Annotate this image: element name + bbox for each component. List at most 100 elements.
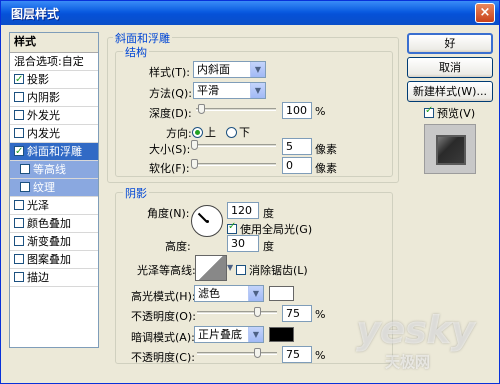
gloss-contour-label: 光泽等高线: bbox=[137, 264, 196, 277]
radio-on-icon bbox=[192, 127, 203, 138]
checkbox-unchecked-icon[interactable] bbox=[14, 128, 24, 138]
checkbox-unchecked-icon[interactable] bbox=[14, 236, 24, 246]
shadow-opacity-unit: % bbox=[315, 349, 326, 362]
highlight-mode-select[interactable]: 滤色 ▼ bbox=[194, 285, 264, 302]
checkbox-checked-icon bbox=[227, 221, 237, 234]
altitude-input[interactable]: 30 bbox=[227, 235, 259, 252]
shadow-mode-select[interactable]: 正片叠底 ▼ bbox=[194, 326, 264, 343]
checkbox-unchecked-icon[interactable] bbox=[14, 200, 24, 210]
preview-checkbox[interactable]: 预览(V) bbox=[424, 105, 475, 121]
style-item-label: 等高线 bbox=[33, 163, 66, 176]
highlight-opacity-input[interactable]: 75 bbox=[282, 305, 312, 322]
altitude-label: 高度: bbox=[165, 240, 191, 253]
soften-slider-thumb[interactable] bbox=[191, 159, 198, 169]
checkbox-unchecked-icon[interactable] bbox=[14, 110, 24, 120]
chevron-down-icon: ▼ bbox=[248, 286, 263, 301]
shading-title: 阴影 bbox=[123, 185, 149, 201]
checkbox-unchecked-icon[interactable] bbox=[14, 92, 24, 102]
direction-down-radio[interactable]: 下 bbox=[226, 124, 250, 140]
chevron-down-icon[interactable]: ▼ bbox=[227, 255, 235, 281]
technique-select-value: 平滑 bbox=[197, 84, 219, 97]
styles-list-items: 混合选项:自定投影内阴影外发光内发光斜面和浮雕等高线纹理光泽颜色叠加渐变叠加图案… bbox=[10, 53, 98, 287]
shadow-opacity-track[interactable] bbox=[197, 352, 277, 355]
shadow-opacity-input[interactable]: 75 bbox=[282, 346, 312, 363]
style-item-label: 渐变叠加 bbox=[27, 235, 71, 248]
cancel-button[interactable]: 取消 bbox=[407, 57, 493, 78]
chevron-down-icon: ▼ bbox=[250, 62, 265, 77]
radio-off-icon bbox=[226, 127, 237, 138]
antialias-checkbox[interactable]: 消除锯齿(L) bbox=[236, 262, 308, 278]
size-unit: 像素 bbox=[315, 143, 337, 156]
style-item-label: 投影 bbox=[27, 73, 49, 86]
style-item[interactable]: 内发光 bbox=[10, 125, 98, 143]
size-slider-thumb[interactable] bbox=[191, 140, 198, 150]
style-item[interactable]: 内阴影 bbox=[10, 89, 98, 107]
gloss-contour-preview[interactable] bbox=[195, 255, 227, 281]
shadow-color-swatch[interactable] bbox=[269, 327, 294, 342]
shadow-mode-value: 正片叠底 bbox=[198, 328, 242, 341]
angle-dial[interactable] bbox=[191, 205, 223, 237]
ok-button[interactable]: 好 bbox=[407, 33, 493, 54]
direction-up-label: 上 bbox=[205, 126, 216, 139]
preview-square bbox=[436, 135, 466, 165]
style-item-label: 描边 bbox=[27, 271, 49, 284]
style-select[interactable]: 内斜面 ▼ bbox=[193, 61, 266, 78]
style-preview-thumbnail bbox=[424, 124, 476, 174]
soften-label: 软化(F): bbox=[149, 162, 190, 175]
style-item[interactable]: 渐变叠加 bbox=[10, 233, 98, 251]
soften-slider-track[interactable] bbox=[196, 163, 276, 166]
checkbox-checked-icon[interactable] bbox=[14, 143, 24, 160]
style-item-label: 内阴影 bbox=[27, 91, 60, 104]
shadow-mode-label: 暗调模式(A): bbox=[131, 331, 195, 344]
direction-up-radio[interactable]: 上 bbox=[192, 124, 216, 140]
depth-slider-track[interactable] bbox=[196, 108, 276, 111]
style-item[interactable]: 投影 bbox=[10, 71, 98, 89]
style-item-label: 混合选项:自定 bbox=[14, 55, 84, 68]
size-slider-track[interactable] bbox=[196, 144, 276, 147]
checkbox-checked-icon bbox=[424, 105, 434, 118]
style-item[interactable]: 外发光 bbox=[10, 107, 98, 125]
styles-list-header[interactable]: 样式 bbox=[10, 33, 98, 53]
yesky-watermark-logo: yesky bbox=[356, 308, 475, 352]
depth-input[interactable]: 100 bbox=[282, 102, 312, 119]
new-style-button[interactable]: 新建样式(W)... bbox=[407, 81, 493, 102]
style-item[interactable]: 光泽 bbox=[10, 197, 98, 215]
depth-slider-thumb[interactable] bbox=[198, 104, 205, 114]
highlight-mode-label: 高光模式(H): bbox=[131, 290, 196, 303]
highlight-opacity-track[interactable] bbox=[197, 311, 277, 314]
window-title: 图层样式 bbox=[11, 7, 60, 21]
style-item[interactable]: 等高线 bbox=[10, 161, 98, 179]
close-icon[interactable]: × bbox=[475, 3, 495, 23]
style-item[interactable]: 混合选项:自定 bbox=[10, 53, 98, 71]
layer-style-dialog: 图层样式 × 样式 混合选项:自定投影内阴影外发光内发光斜面和浮雕等高线纹理光泽… bbox=[0, 0, 500, 384]
soften-input[interactable]: 0 bbox=[282, 157, 312, 174]
soften-unit: 像素 bbox=[315, 162, 337, 175]
angle-input[interactable]: 120 bbox=[227, 202, 259, 219]
checkbox-unchecked-icon[interactable] bbox=[14, 272, 24, 282]
checkbox-unchecked-icon[interactable] bbox=[20, 182, 30, 192]
checkbox-unchecked-icon bbox=[236, 265, 246, 275]
style-item-label: 纹理 bbox=[33, 181, 55, 194]
highlight-opacity-thumb[interactable] bbox=[254, 307, 261, 317]
chevron-down-icon: ▼ bbox=[250, 83, 265, 98]
shadow-opacity-thumb[interactable] bbox=[254, 348, 261, 358]
style-item[interactable]: 图案叠加 bbox=[10, 251, 98, 269]
style-item[interactable]: 描边 bbox=[10, 269, 98, 287]
checkbox-unchecked-icon[interactable] bbox=[20, 164, 30, 174]
title-bar[interactable]: 图层样式 × bbox=[1, 1, 499, 25]
highlight-opacity-unit: % bbox=[315, 308, 326, 321]
size-input[interactable]: 5 bbox=[282, 138, 312, 155]
style-item[interactable]: 纹理 bbox=[10, 179, 98, 197]
style-item[interactable]: 斜面和浮雕 bbox=[10, 143, 98, 161]
highlight-color-swatch[interactable] bbox=[269, 286, 294, 301]
style-item[interactable]: 颜色叠加 bbox=[10, 215, 98, 233]
checkbox-unchecked-icon[interactable] bbox=[14, 254, 24, 264]
angle-dial-center bbox=[206, 220, 209, 223]
checkbox-checked-icon[interactable] bbox=[14, 71, 24, 88]
style-select-value: 内斜面 bbox=[197, 63, 230, 76]
highlight-mode-value: 滤色 bbox=[198, 287, 220, 300]
technique-select[interactable]: 平滑 ▼ bbox=[193, 82, 266, 99]
structure-title: 结构 bbox=[123, 44, 149, 60]
checkbox-unchecked-icon[interactable] bbox=[14, 218, 24, 228]
direction-down-label: 下 bbox=[239, 126, 250, 139]
